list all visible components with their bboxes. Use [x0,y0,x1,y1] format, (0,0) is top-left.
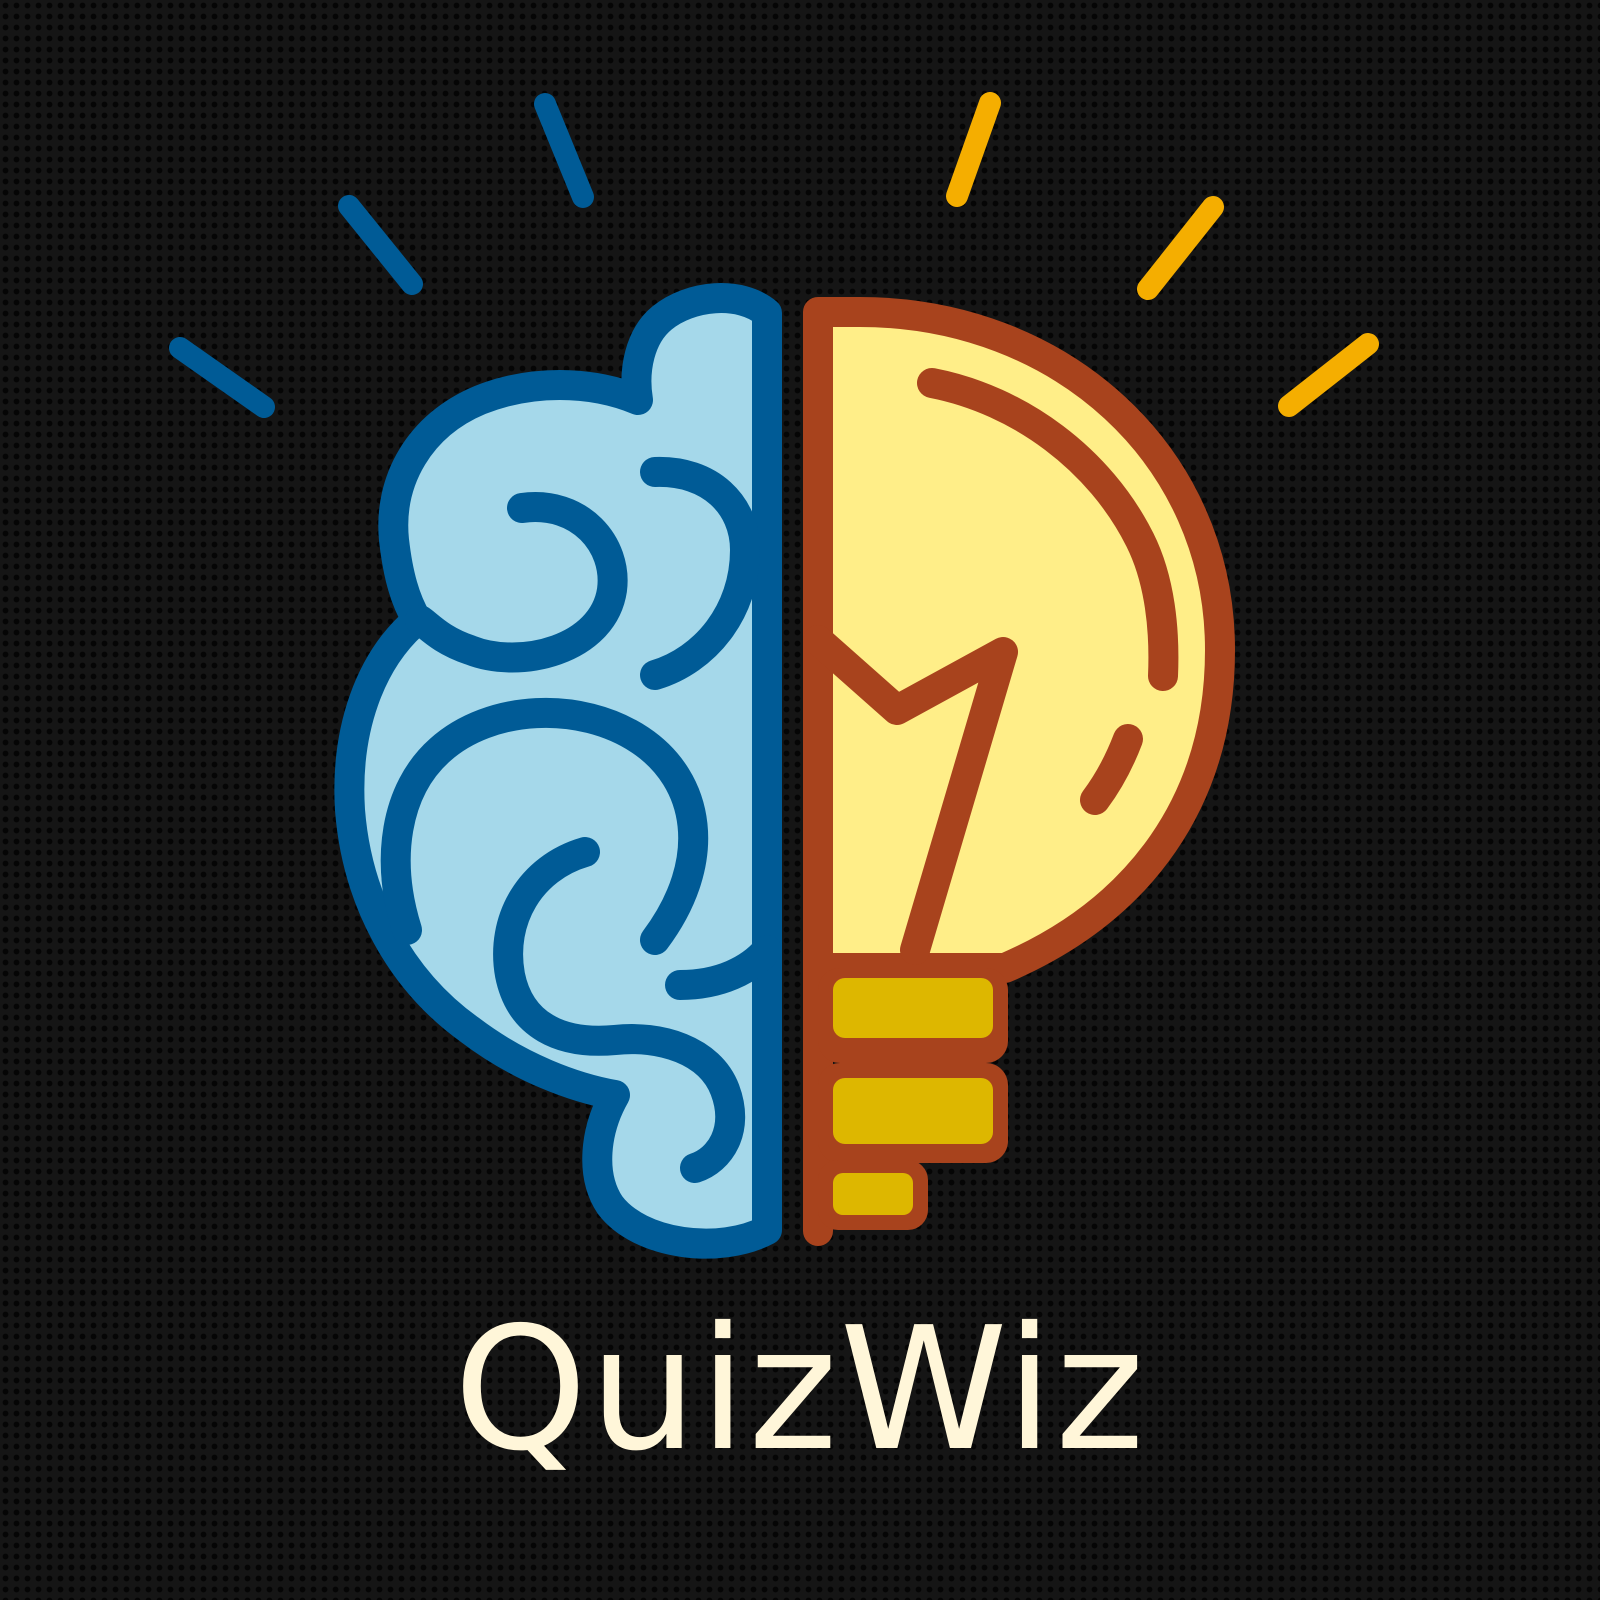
bulb-base [818,968,1008,1230]
rays-left [169,93,594,418]
ray-left-3 [169,337,275,418]
bulb-half [803,297,1235,1246]
logo-canvas: QuizWiz [0,0,1600,1600]
ray-right-2 [1137,196,1224,300]
brand-name: QuizWiz [453,1291,1147,1489]
bulb-base-fill-2 [833,1078,993,1144]
ray-right-1 [946,92,1001,207]
ray-right-3 [1278,333,1379,417]
brain-half [334,283,782,1259]
bulb-base-fill-1 [833,978,993,1038]
ray-left-2 [338,195,423,295]
bulb-base-fill-3 [833,1173,913,1215]
ray-left-1 [534,93,594,208]
